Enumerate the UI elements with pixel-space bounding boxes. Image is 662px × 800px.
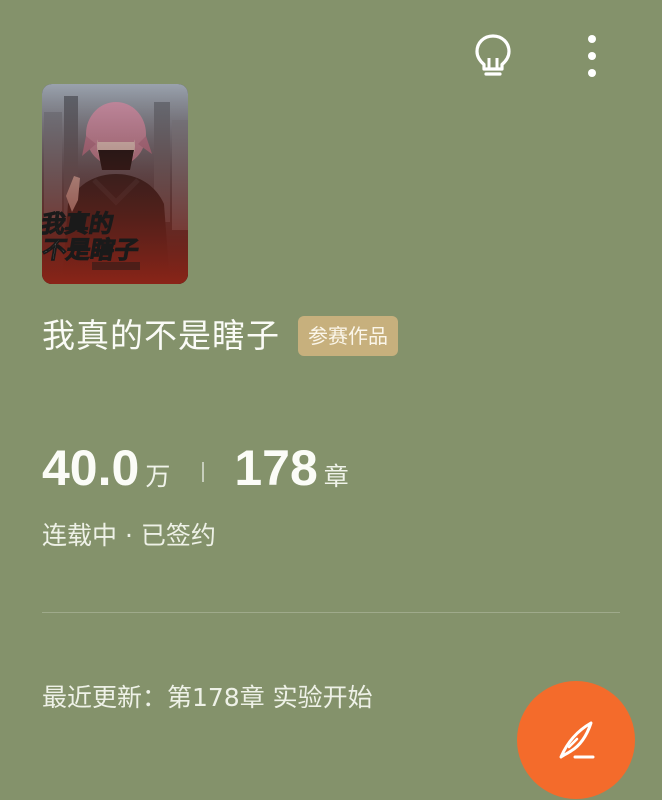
book-status: 连载中 · 已签约 [42,521,216,550]
book-stats: 40.0 万 178 章 [42,438,349,498]
svg-text:我真的: 我真的 [42,210,116,238]
book-title[interactable]: 我真的不是瞎子 [42,316,280,356]
chapter-count-unit: 章 [323,462,349,491]
write-button[interactable] [517,681,635,799]
stat-divider [202,462,205,482]
svg-text:不是瞎子: 不是瞎子 [42,236,141,264]
chapter-count: 178 [234,440,318,496]
more-menu-button[interactable] [580,34,604,82]
more-vertical-icon [588,35,596,77]
word-count: 40.0 [42,440,140,496]
latest-update[interactable]: 最近更新：第178章 实验开始 [42,682,373,714]
contest-badge[interactable]: 参赛作品 [298,316,398,356]
lightbulb-icon [475,34,511,76]
lightbulb-button[interactable] [472,32,514,80]
word-count-unit: 万 [145,462,171,491]
section-divider [42,612,620,613]
quill-pen-icon [559,721,595,759]
book-cover[interactable]: 我真的 不是瞎子 [42,84,188,284]
title-row: 我真的不是瞎子 参赛作品 [42,312,398,360]
